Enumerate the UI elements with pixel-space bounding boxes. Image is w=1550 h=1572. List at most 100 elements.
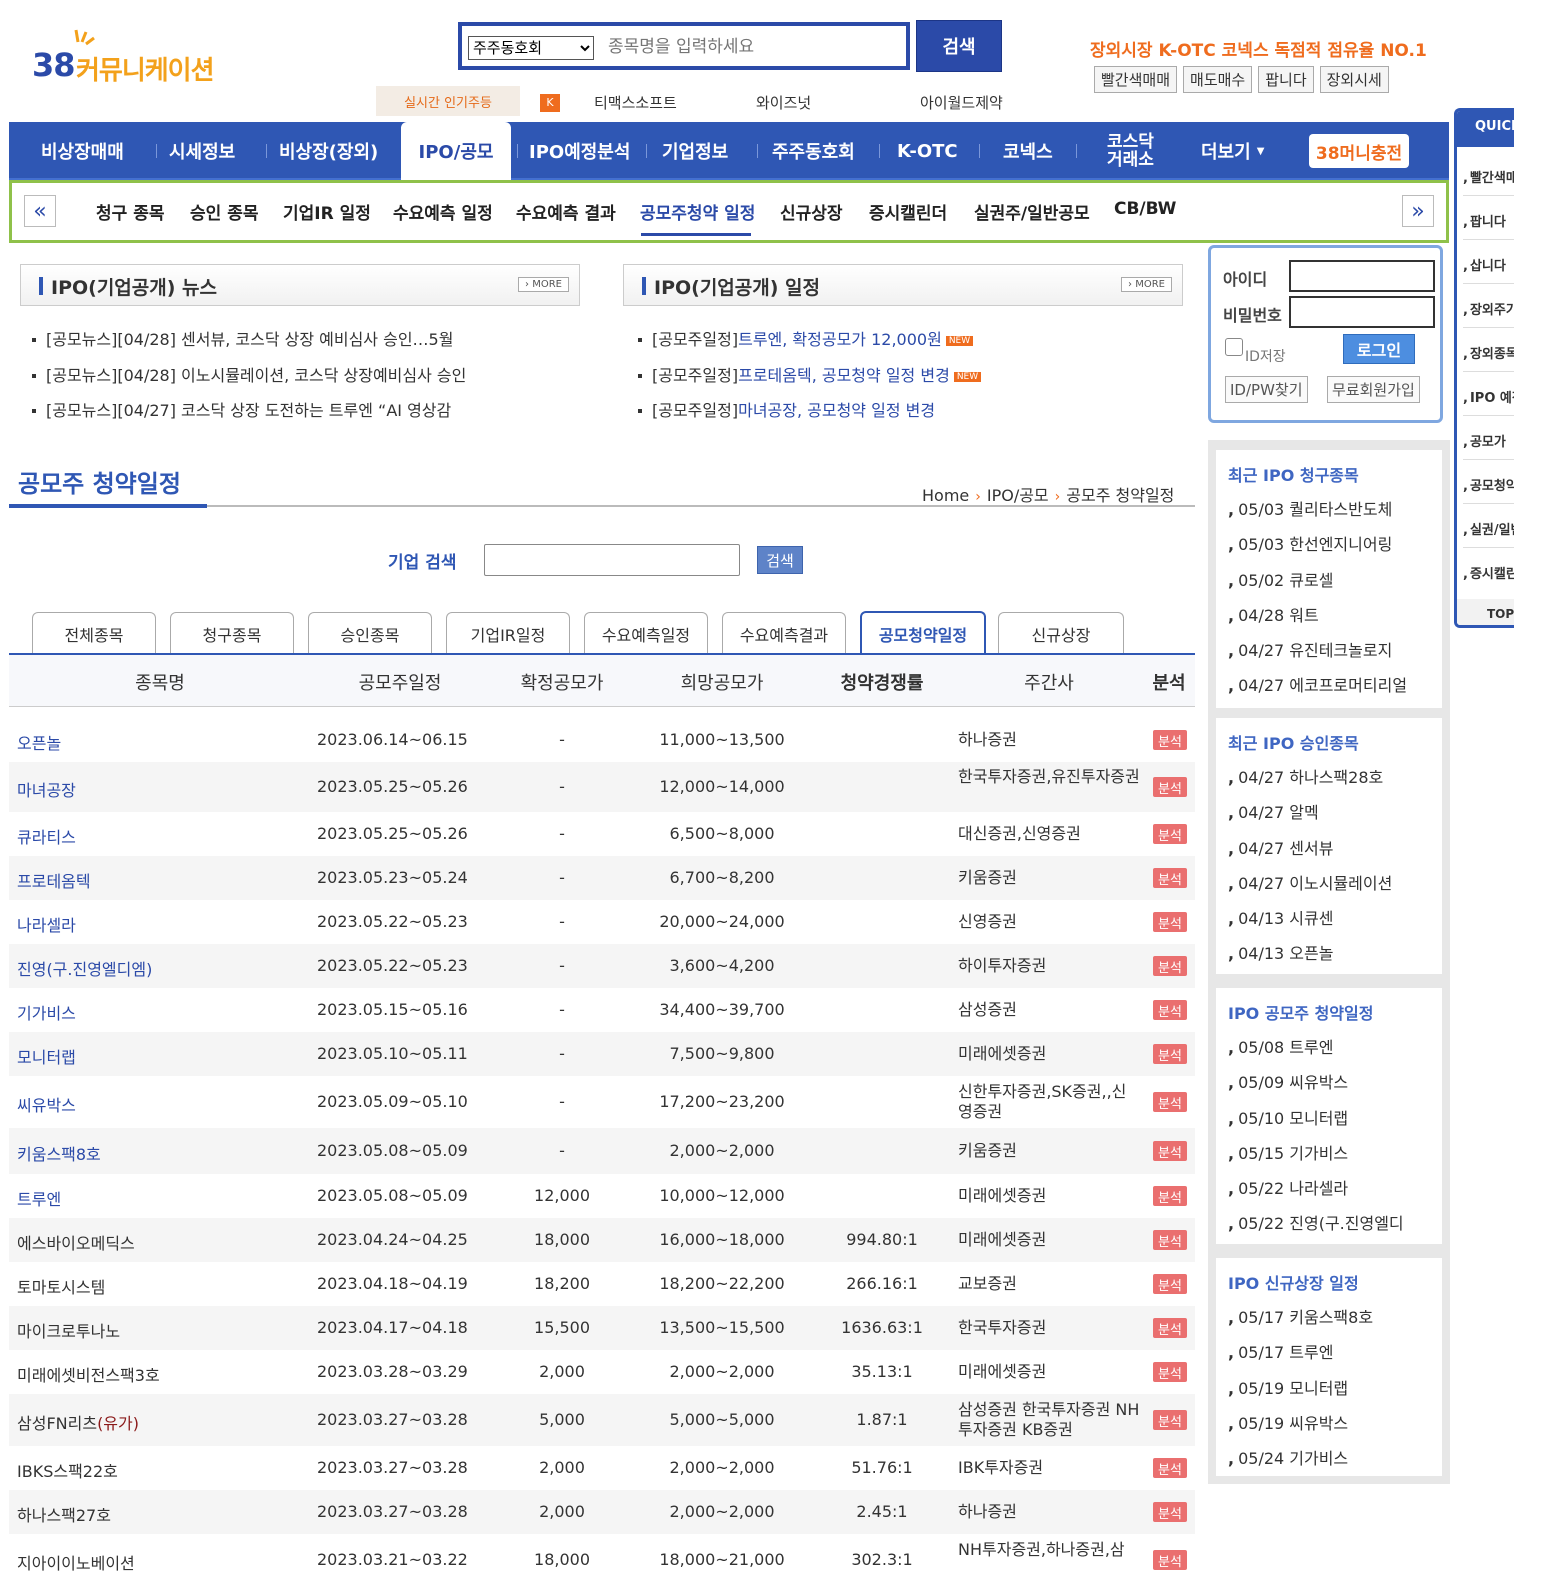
row-name[interactable]: 지아이이노베이션 bbox=[17, 1550, 135, 1572]
nav-konex[interactable]: 코넥스 bbox=[1003, 122, 1053, 180]
sidebar-approve-item[interactable]: 04/13 오픈놀 bbox=[1228, 940, 1333, 964]
news-item[interactable]: [공모뉴스][04/27] 코스닥 상장 도전하는 트루엔 “AI 영상감 bbox=[31, 397, 451, 421]
subnav-next-icon[interactable]: » bbox=[1402, 195, 1434, 227]
subnav-calendar[interactable]: 증시캘린더 bbox=[869, 199, 947, 224]
nav-kosdaq-exchange[interactable]: 코스닥 거래소 bbox=[1107, 122, 1167, 180]
row-name[interactable]: 씨유박스 bbox=[17, 1092, 76, 1116]
schedule-item[interactable]: [공모주일정]프로테옴텍, 공모청약 일정 변경 NEW bbox=[637, 362, 982, 386]
join-button[interactable]: 무료회원가입 bbox=[1327, 376, 1420, 403]
promo-button-quotes[interactable]: 장외시세 bbox=[1319, 66, 1389, 93]
breadcrumb-home[interactable]: Home bbox=[922, 486, 969, 505]
sidebar-approve-title[interactable]: 최근 IPO 승인종목 bbox=[1228, 730, 1359, 754]
find-id-pw-button[interactable]: ID/PW찾기 bbox=[1225, 376, 1308, 403]
row-name[interactable]: 마녀공장 bbox=[17, 777, 76, 801]
row-name[interactable]: 큐라티스 bbox=[17, 824, 76, 848]
news-item[interactable]: [공모뉴스][04/28] 이노시뮬레이션, 코스닥 상장예비심사 승인 bbox=[31, 362, 466, 386]
sidebar-listing-item[interactable]: 05/19 씨유박스 bbox=[1228, 1410, 1348, 1434]
sidebar-claim-item[interactable]: 05/03 한선엔지니어링 bbox=[1228, 531, 1392, 555]
id-input[interactable] bbox=[1289, 260, 1435, 292]
row-name[interactable]: 하나스팩27호 bbox=[17, 1502, 111, 1526]
row-name[interactable]: 토마토시스템 bbox=[17, 1274, 105, 1298]
analysis-button[interactable]: 분석 bbox=[1153, 1274, 1187, 1294]
analysis-button[interactable]: 분석 bbox=[1153, 956, 1187, 976]
subnav-subscription[interactable]: 공모주청약 일정 bbox=[640, 199, 755, 224]
sidebar-listing-title[interactable]: IPO 신규상장 일정 bbox=[1228, 1270, 1359, 1294]
analysis-button[interactable]: 분석 bbox=[1153, 777, 1187, 797]
tab-claim[interactable]: 청구종목 bbox=[170, 612, 294, 654]
company-search-input[interactable] bbox=[484, 544, 740, 576]
sidebar-approve-item[interactable]: 04/13 시큐센 bbox=[1228, 905, 1333, 929]
sidebar-approve-item[interactable]: 04/27 알멕 bbox=[1228, 799, 1319, 823]
subnav-prev-icon[interactable]: « bbox=[24, 195, 56, 227]
analysis-button[interactable]: 분석 bbox=[1153, 730, 1187, 750]
nav-unlisted[interactable]: 비상장(장외) bbox=[279, 122, 378, 180]
subnav-forecast-result[interactable]: 수요예측 결과 bbox=[516, 199, 616, 224]
search-input[interactable] bbox=[608, 32, 898, 62]
sidebar-subscribe-item[interactable]: 05/10 모니터랩 bbox=[1228, 1105, 1348, 1129]
row-name[interactable]: 진영(구.진영엘디엠) bbox=[17, 956, 152, 980]
quick-item[interactable]: 빨간색매매 bbox=[1463, 167, 1514, 186]
analysis-button[interactable]: 분석 bbox=[1153, 868, 1187, 888]
tab-approve[interactable]: 승인종목 bbox=[308, 612, 432, 654]
sidebar-approve-item[interactable]: 04/27 하나스팩28호 bbox=[1228, 764, 1383, 788]
row-name[interactable]: 미래에셋비전스팩3호 bbox=[17, 1362, 160, 1386]
analysis-button[interactable]: 분석 bbox=[1153, 1318, 1187, 1338]
nav-k-otc[interactable]: K-OTC bbox=[897, 122, 958, 180]
analysis-button[interactable]: 분석 bbox=[1153, 1410, 1187, 1430]
quick-item[interactable]: 공모청약 bbox=[1463, 475, 1514, 494]
tab-subscription[interactable]: 공모청약일정 bbox=[860, 611, 986, 655]
analysis-button[interactable]: 분석 bbox=[1153, 1000, 1187, 1020]
nav-otc-trade[interactable]: 비상장매매 bbox=[41, 122, 124, 180]
subnav-cb-bw[interactable]: CB/BW bbox=[1114, 199, 1176, 219]
sidebar-approve-item[interactable]: 04/27 센서뷰 bbox=[1228, 835, 1333, 859]
row-name[interactable]: 오픈놀 bbox=[17, 730, 61, 754]
analysis-button[interactable]: 분석 bbox=[1153, 1458, 1187, 1478]
row-name[interactable]: 키움스팩8호 bbox=[17, 1141, 101, 1165]
schedule-more-button[interactable]: › MORE bbox=[1121, 277, 1172, 292]
row-name[interactable]: 나라셀라 bbox=[17, 912, 76, 936]
subnav-rights[interactable]: 실권주/일반공모 bbox=[974, 199, 1090, 224]
breadcrumb-ipo[interactable]: IPO/공모 bbox=[987, 486, 1049, 505]
analysis-button[interactable]: 분석 bbox=[1153, 1362, 1187, 1382]
sidebar-listing-item[interactable]: 05/17 트루엔 bbox=[1228, 1339, 1333, 1363]
nav-shareholders[interactable]: 주주동호회 bbox=[772, 122, 855, 180]
row-name[interactable]: 마이크로투나노 bbox=[17, 1318, 120, 1342]
pw-input[interactable] bbox=[1289, 296, 1435, 328]
row-name[interactable]: 모니터랩 bbox=[17, 1044, 76, 1068]
nav-ipo[interactable]: IPO/공모 bbox=[401, 122, 511, 180]
sidebar-approve-item[interactable]: 04/27 이노시뮬레이션 bbox=[1228, 870, 1392, 894]
quick-item[interactable]: 삽니다 bbox=[1463, 255, 1506, 274]
sidebar-claim-title[interactable]: 최근 IPO 청구종목 bbox=[1228, 462, 1359, 486]
subnav-new-listing[interactable]: 신규상장 bbox=[780, 199, 843, 224]
promo-banner[interactable]: 장외시장 K-OTC 코넥스 독점적 점유율 NO.1 bbox=[1090, 36, 1427, 61]
row-name[interactable]: IBKS스팩22호 bbox=[17, 1458, 118, 1482]
id-save-checkbox[interactable] bbox=[1225, 338, 1243, 356]
analysis-button[interactable]: 분석 bbox=[1153, 1186, 1187, 1206]
analysis-button[interactable]: 분석 bbox=[1153, 912, 1187, 932]
sidebar-subscribe-title[interactable]: IPO 공모주 청약일정 bbox=[1228, 1000, 1373, 1024]
quick-top-button[interactable]: TOP bbox=[1457, 599, 1514, 625]
schedule-item[interactable]: [공모주일정]트루엔, 확정공모가 12,000원 NEW bbox=[637, 326, 974, 350]
tab-new-listing[interactable]: 신규상장 bbox=[998, 612, 1124, 654]
promo-button-red-trade[interactable]: 빨간색매매 bbox=[1094, 66, 1178, 93]
nav-more[interactable]: 더보기 ▼ bbox=[1201, 122, 1264, 180]
quick-item[interactable]: 장외종목 bbox=[1463, 343, 1514, 362]
search-button[interactable]: 검색 bbox=[916, 20, 1002, 72]
analysis-button[interactable]: 분석 bbox=[1153, 824, 1187, 844]
sidebar-listing-item[interactable]: 05/17 키움스팩8호 bbox=[1228, 1304, 1373, 1328]
row-name[interactable]: 프로테옴텍 bbox=[17, 868, 91, 892]
subnav-claim[interactable]: 청구 종목 bbox=[96, 199, 164, 224]
company-search-button[interactable]: 검색 bbox=[757, 546, 803, 574]
site-logo[interactable]: 38 커뮤니케이션 bbox=[32, 28, 232, 88]
news-item[interactable]: [공모뉴스][04/28] 센서뷰, 코스닥 상장 예비심사 승인…5월 bbox=[31, 326, 453, 350]
nav-money-charge-button[interactable]: 38머니충전 bbox=[1309, 134, 1409, 168]
sidebar-claim-item[interactable]: 05/02 큐로셀 bbox=[1228, 567, 1333, 591]
analysis-button[interactable]: 분석 bbox=[1153, 1550, 1187, 1570]
sidebar-claim-item[interactable]: 04/28 워트 bbox=[1228, 602, 1319, 626]
hot-stock-item[interactable]: 와이즈넛 bbox=[756, 92, 811, 113]
sidebar-listing-item[interactable]: 05/19 모니터랩 bbox=[1228, 1375, 1348, 1399]
sidebar-claim-item[interactable]: 04/27 에코프로머티리얼 bbox=[1228, 672, 1407, 696]
row-name[interactable]: 트루엔 bbox=[17, 1186, 61, 1210]
promo-button-sell[interactable]: 팝니다 bbox=[1258, 66, 1314, 93]
analysis-button[interactable]: 분석 bbox=[1153, 1230, 1187, 1250]
